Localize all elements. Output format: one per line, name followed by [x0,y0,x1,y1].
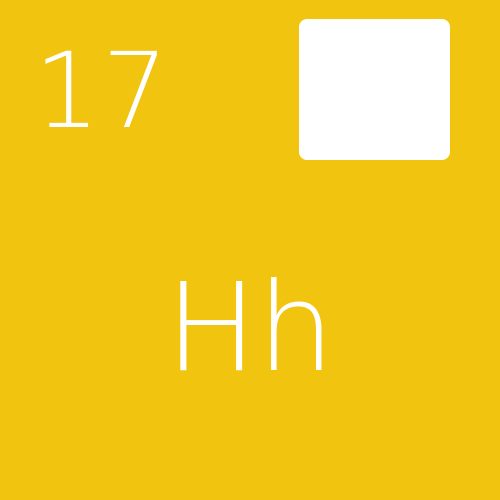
tile-letters: Hh [165,257,335,399]
white-square-icon [299,19,450,160]
flash-card-tile: 17 Hh [0,0,500,500]
tile-number: 17 [34,30,171,152]
